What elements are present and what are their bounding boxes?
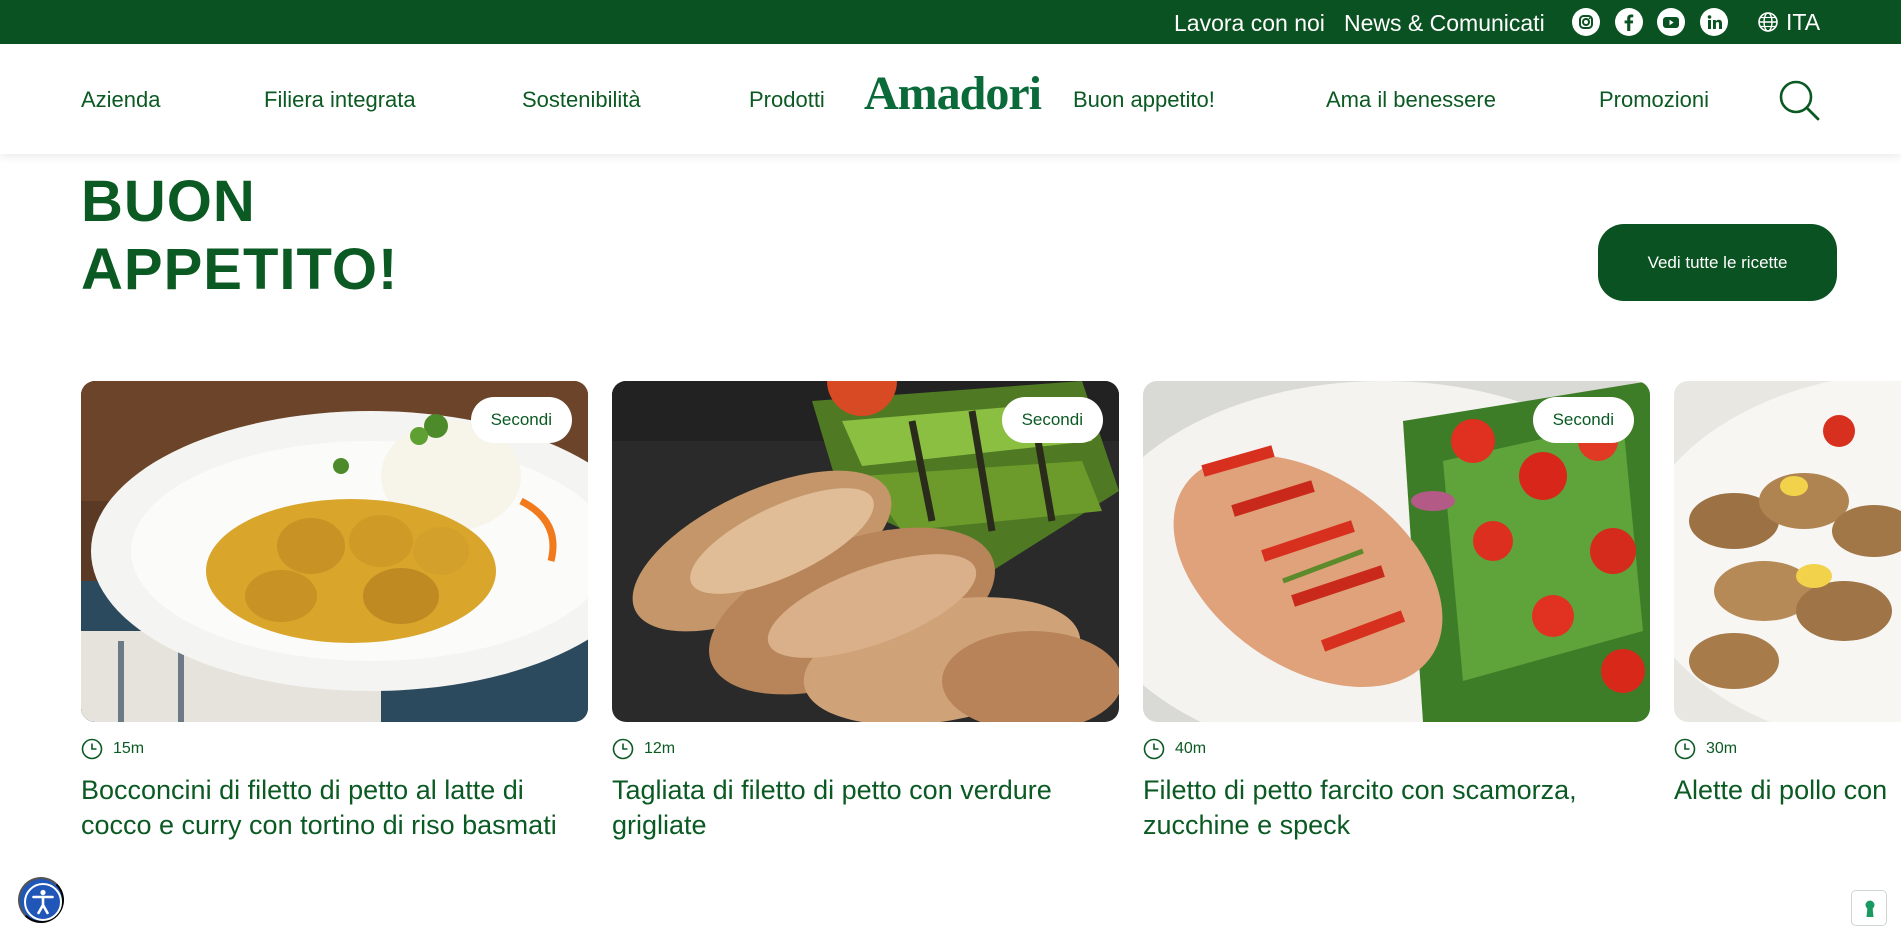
prep-time-value: 15m xyxy=(113,740,145,757)
recipe-title[interactable]: Tagliata di filetto di petto con verdure… xyxy=(612,773,1112,843)
clock-icon xyxy=(612,738,634,760)
prep-time-value: 12m xyxy=(644,740,676,757)
accessibility-icon xyxy=(24,883,62,921)
section-title-line1: BUON xyxy=(81,169,256,234)
section-title: BUON APPETITO! xyxy=(81,168,398,304)
nav-item-sostenibilita[interactable]: Sostenibilità xyxy=(522,87,641,113)
nav-item-filiera-integrata[interactable]: Filiera integrata xyxy=(264,87,416,113)
clock-icon xyxy=(1143,738,1165,760)
recipe-image-curry[interactable]: Secondi xyxy=(81,381,588,722)
prep-time: 30m xyxy=(1674,738,1737,760)
recipe-title[interactable]: Alette di pollo con xyxy=(1674,773,1901,808)
nav-item-prodotti[interactable]: Prodotti xyxy=(749,87,825,113)
category-badge[interactable]: Secondi xyxy=(470,397,572,443)
clock-icon xyxy=(1674,738,1696,760)
clock-icon xyxy=(81,738,103,760)
instagram-icon[interactable] xyxy=(1572,8,1600,36)
section-title-line2: APPETITO! xyxy=(81,237,399,302)
see-all-recipes-button[interactable]: Vedi tutte le ricette xyxy=(1598,224,1837,301)
recipe-card[interactable]: 30m Alette di pollo con xyxy=(1674,381,1901,861)
search-icon[interactable] xyxy=(1778,79,1820,121)
language-selector[interactable]: ITA xyxy=(1786,9,1820,36)
work-with-us-link[interactable]: Lavora con noi xyxy=(1174,10,1325,37)
linkedin-icon[interactable] xyxy=(1700,8,1728,36)
youtube-icon[interactable] xyxy=(1657,8,1685,36)
nav-item-azienda[interactable]: Azienda xyxy=(81,87,161,113)
top-bar: Lavora con noi News & Comunicati ITA xyxy=(0,0,1901,44)
keyhole-icon xyxy=(1865,900,1875,917)
prep-time: 15m xyxy=(81,738,144,760)
amadori-logo[interactable]: Amadori xyxy=(864,66,1042,121)
main-navigation: Azienda Filiera integrata Sostenibilità … xyxy=(0,44,1901,154)
recipe-card[interactable]: Secondi 15m Bocconcini di filetto di pet… xyxy=(81,381,588,840)
recipe-title[interactable]: Bocconcini di filetto di petto al latte … xyxy=(81,773,581,843)
prep-time: 40m xyxy=(1143,738,1206,760)
nav-item-buon-appetito[interactable]: Buon appetito! xyxy=(1073,87,1215,113)
prep-time: 12m xyxy=(612,738,675,760)
nav-item-promozioni[interactable]: Promozioni xyxy=(1599,87,1709,113)
recipe-title[interactable]: Filetto di petto farcito con scamorza, z… xyxy=(1143,773,1643,843)
cookie-settings-button[interactable] xyxy=(1851,890,1887,926)
category-badge[interactable]: Secondi xyxy=(1001,397,1103,443)
recipe-card[interactable]: Secondi 12m Tagliata di filetto di petto… xyxy=(612,381,1119,840)
recipe-card[interactable]: Secondi 40m Filetto di petto farcito con… xyxy=(1143,381,1650,840)
recipe-image-tagliata[interactable]: Secondi xyxy=(612,381,1119,722)
prep-time-value: 40m xyxy=(1175,740,1207,757)
accessibility-button[interactable] xyxy=(18,877,64,923)
recipe-image-alette[interactable] xyxy=(1674,381,1901,722)
news-link[interactable]: News & Comunicati xyxy=(1344,10,1545,37)
globe-icon[interactable] xyxy=(1757,11,1779,33)
recipe-image-filetto-farcito[interactable]: Secondi xyxy=(1143,381,1650,722)
nav-item-ama-il-benessere[interactable]: Ama il benessere xyxy=(1326,87,1496,113)
category-badge[interactable]: Secondi xyxy=(1532,397,1634,443)
facebook-icon[interactable] xyxy=(1615,8,1643,36)
prep-time-value: 30m xyxy=(1706,740,1738,757)
